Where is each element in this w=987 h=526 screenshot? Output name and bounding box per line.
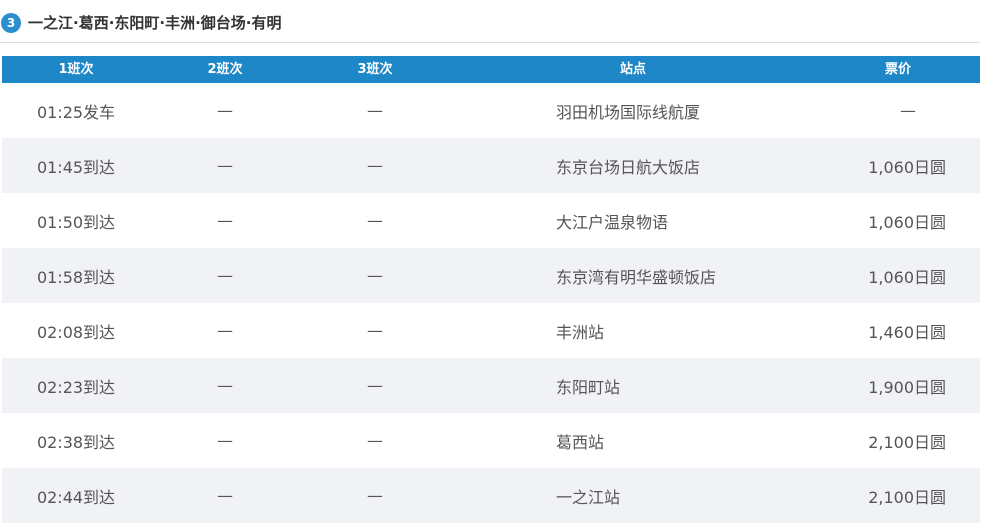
fare-cell: 1,060日圆 [868,157,946,177]
station-cell: 羽田机场国际线航厦 [556,102,701,122]
trip1-cell: 02:44到达 [36,487,116,507]
trip3-cell: — [367,266,383,285]
column-header-trip2: 2班次 [207,62,243,77]
trip3-cell: — [367,376,383,395]
trip3-cell: — [367,486,383,505]
column-header-fare: 票价 [884,62,911,77]
trip2-cell: — [217,376,233,395]
fare-cell: 2,100日圆 [868,487,946,507]
table-row: 02:08到达 — — 丰洲站 1,460日圆 [2,303,980,358]
trip2-cell: — [217,431,233,450]
route-title: 一之江·葛西·东阳町·丰洲·御台场·有明 [28,14,282,32]
trip1-cell: 01:25发车 [36,102,116,122]
table-row: 01:45到达 — — 东京台场日航大饭店 1,060日圆 [2,138,980,193]
trip2-cell: — [217,156,233,175]
table-row: 01:58到达 — — 东京湾有明华盛顿饭店 1,060日圆 [2,248,980,303]
route-header: 3 一之江·葛西·东阳町·丰洲·御台场·有明 [0,6,987,42]
table-header-row: 1班次 2班次 3班次 站点 票价 [2,56,980,83]
fare-cell: — [900,101,916,120]
table-row: 02:23到达 — — 东阳町站 1,900日圆 [2,358,980,413]
trip2-cell: — [217,321,233,340]
table-row: 02:44到达 — — 一之江站 2,100日圆 [2,468,980,523]
table-row: 01:25发车 — — 羽田机场国际线航厦 — [2,83,980,138]
divider [0,42,980,43]
station-cell: 大江户温泉物语 [556,212,669,232]
route-number-badge: 3 [1,13,21,33]
trip3-cell: — [367,101,383,120]
trip1-cell: 02:08到达 [36,322,116,342]
trip1-cell: 02:38到达 [36,432,116,452]
trip1-cell: 01:50到达 [36,212,116,232]
column-header-trip1: 1班次 [58,62,94,77]
fare-cell: 2,100日圆 [868,432,946,452]
station-cell: 一之江站 [556,487,621,507]
trip3-cell: — [367,211,383,230]
fare-cell: 1,060日圆 [868,212,946,232]
trip3-cell: — [367,321,383,340]
trip3-cell: — [367,431,383,450]
station-cell: 东京台场日航大饭店 [556,157,701,177]
trip2-cell: — [217,486,233,505]
station-cell: 葛西站 [556,432,605,452]
column-header-station: 站点 [619,62,646,77]
station-cell: 东阳町站 [556,377,621,397]
fare-cell: 1,900日圆 [868,377,946,397]
trip3-cell: — [367,156,383,175]
column-header-trip3: 3班次 [357,62,393,77]
station-cell: 东京湾有明华盛顿饭店 [556,267,717,287]
station-cell: 丰洲站 [556,322,605,342]
timetable: 1班次 2班次 3班次 站点 票价 01:25发车 — — 羽田机场国际线航厦 … [2,56,980,523]
trip2-cell: — [217,211,233,230]
trip2-cell: — [217,101,233,120]
table-row: 02:38到达 — — 葛西站 2,100日圆 [2,413,980,468]
trip1-cell: 02:23到达 [36,377,116,397]
trip1-cell: 01:45到达 [36,157,116,177]
trip1-cell: 01:58到达 [36,267,116,287]
fare-cell: 1,060日圆 [868,267,946,287]
table-row: 01:50到达 — — 大江户温泉物语 1,060日圆 [2,193,980,248]
trip2-cell: — [217,266,233,285]
fare-cell: 1,460日圆 [868,322,946,342]
